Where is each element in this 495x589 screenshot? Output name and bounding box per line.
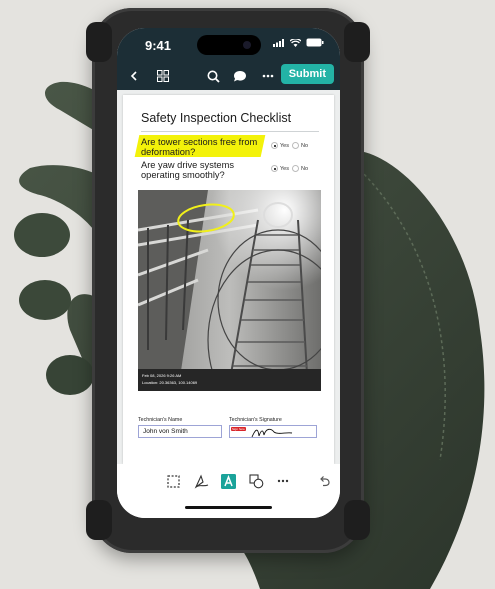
draw-icon xyxy=(194,473,208,489)
submit-button[interactable]: Submit xyxy=(280,64,334,84)
back-button[interactable] xyxy=(127,66,141,86)
more-tools-button[interactable] xyxy=(275,473,291,489)
phone-screen: 9:41 Submit Safety Inspection Checklist … xyxy=(117,28,340,518)
undo-icon xyxy=(320,476,330,487)
handwritten-signature xyxy=(251,428,293,438)
status-bar: 9:41 xyxy=(117,28,340,62)
dynamic-island xyxy=(197,35,261,55)
comment-button[interactable] xyxy=(231,66,249,86)
photo-caption: Feb 08, 2026 9:26 AM Location: 20.36363,… xyxy=(138,369,321,391)
comment-icon xyxy=(234,70,246,81)
title-divider xyxy=(141,131,319,132)
no-label: No xyxy=(300,142,309,149)
question-2-no-option[interactable]: No xyxy=(291,165,309,172)
no-label: No xyxy=(300,165,309,172)
technician-name-label: Technician's Name xyxy=(138,417,183,423)
shapes-tool-button[interactable] xyxy=(248,473,264,489)
more-button[interactable] xyxy=(259,66,277,86)
phone-bumper xyxy=(344,500,370,540)
technician-signature-field[interactable]: Sign here xyxy=(229,425,317,438)
radio-empty-icon xyxy=(291,165,299,172)
question-2-options: Yes No xyxy=(271,165,311,172)
phone-bumper xyxy=(86,500,112,540)
photo-location: Location: 20.36363, 100.14069 xyxy=(142,380,198,385)
chevron-left-icon xyxy=(130,71,137,81)
photo-date: Feb 08, 2026 9:26 AM xyxy=(142,373,182,378)
radio-selected-icon xyxy=(271,142,278,149)
shapes-icon xyxy=(248,473,263,488)
text-annotation-icon xyxy=(220,473,236,489)
text-annotation-button[interactable] xyxy=(220,473,236,489)
technician-name-field[interactable]: John von Smith xyxy=(138,425,222,438)
more-icon xyxy=(262,74,274,78)
annotation-toolbar xyxy=(117,464,340,518)
selection-tool-button[interactable] xyxy=(165,473,181,489)
technician-signature-label: Technician's Signature xyxy=(229,417,282,423)
question-1-options: Yes No xyxy=(271,142,311,149)
home-indicator[interactable] xyxy=(185,506,272,509)
phone-bumper xyxy=(344,22,370,62)
status-time: 9:41 xyxy=(145,38,172,53)
document-title: Safety Inspection Checklist xyxy=(141,111,292,125)
question-1-yes-option[interactable]: Yes xyxy=(271,142,289,149)
more-icon xyxy=(277,479,289,483)
question-1-text: Are tower sections free from deformation… xyxy=(141,137,258,157)
yes-label: Yes xyxy=(280,165,289,172)
radio-selected-icon xyxy=(271,165,278,172)
document-page: Safety Inspection Checklist Are tower se… xyxy=(123,95,334,464)
battery-icon xyxy=(306,38,324,47)
radio-empty-icon xyxy=(291,142,299,149)
document-viewer[interactable]: Safety Inspection Checklist Are tower se… xyxy=(117,90,340,464)
yes-label: Yes xyxy=(280,142,289,149)
grid-button[interactable] xyxy=(155,66,171,86)
signal-icon xyxy=(273,38,284,47)
selection-icon xyxy=(166,474,180,488)
phone-bumper xyxy=(86,22,112,62)
status-icons xyxy=(273,38,324,47)
question-2-yes-option[interactable]: Yes xyxy=(271,165,289,172)
wifi-icon xyxy=(290,38,301,47)
search-button[interactable] xyxy=(205,66,221,86)
question-2-text: Are yaw drive systems operating smoothly… xyxy=(141,160,234,180)
tower-ladder-photo[interactable] xyxy=(138,190,321,391)
question-1-no-option[interactable]: No xyxy=(291,142,309,149)
grid-icon xyxy=(157,70,169,82)
draw-tool-button[interactable] xyxy=(193,473,209,489)
undo-button[interactable] xyxy=(317,473,333,489)
search-icon xyxy=(207,70,220,83)
